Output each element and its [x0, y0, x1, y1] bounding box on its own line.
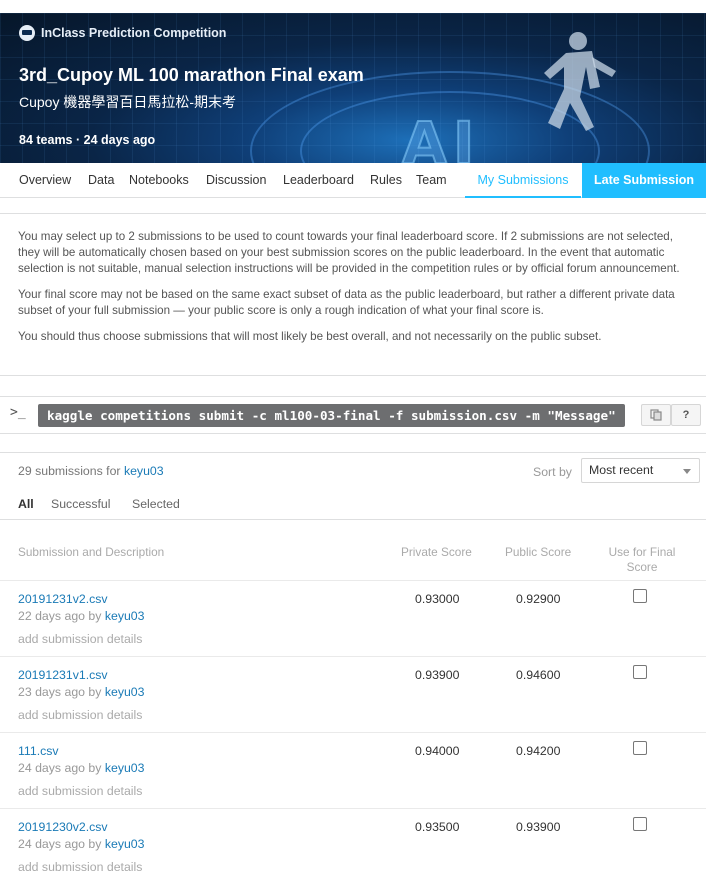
info-paragraph: Your final score may not be based on the…: [18, 288, 675, 317]
final-score-checkbox[interactable]: [633, 817, 647, 831]
submission-row: 20191231v2.csv 22 days ago by keyu03 add…: [0, 580, 706, 656]
tab-team[interactable]: Team: [416, 163, 447, 198]
submitter-link[interactable]: keyu03: [105, 685, 145, 699]
competition-banner: AI InClass Prediction Competition 3rd_Cu…: [0, 13, 706, 163]
teams-count: 84 teams: [19, 133, 73, 147]
tab-my-submissions[interactable]: My Submissions: [465, 163, 581, 198]
runner-silhouette-image: [544, 32, 616, 131]
meta-separator: ·: [72, 133, 84, 147]
public-score: 0.92900: [516, 592, 561, 606]
submission-file-link[interactable]: 20191231v1.csv: [18, 668, 108, 682]
submission-row: 20191230v2.csv 24 days ago by keyu03 add…: [0, 808, 706, 878]
submissions-count: 29 submissions for keyu03: [18, 464, 164, 478]
submissions-panel: 29 submissions for keyu03 Sort by Most r…: [0, 452, 706, 878]
submission-meta: 24 days ago by keyu03: [18, 761, 144, 775]
copy-button[interactable]: [641, 404, 671, 426]
submitter-link[interactable]: keyu03: [105, 609, 145, 623]
submission-age: 24 days ago by: [18, 761, 105, 775]
api-command-text[interactable]: kaggle competitions submit -c ml100-03-f…: [38, 404, 625, 427]
banner-ai-text: AI: [401, 108, 481, 163]
competition-type-label: InClass Prediction Competition: [41, 26, 227, 40]
add-details-link[interactable]: add submission details: [18, 632, 142, 646]
tab-leaderboard[interactable]: Leaderboard: [283, 163, 354, 198]
private-score: 0.93000: [415, 592, 460, 606]
submission-file-link[interactable]: 20191230v2.csv: [18, 820, 108, 834]
info-paragraph: You should thus choose submissions that …: [18, 330, 602, 343]
graduation-cap-icon: [19, 25, 35, 41]
add-details-link[interactable]: add submission details: [18, 708, 142, 722]
add-details-link[interactable]: add submission details: [18, 860, 142, 874]
final-score-checkbox[interactable]: [633, 665, 647, 679]
filter-all[interactable]: All: [18, 497, 34, 511]
submission-row: 20191231v1.csv 23 days ago by keyu03 add…: [0, 656, 706, 732]
late-submission-button[interactable]: Late Submission: [582, 163, 706, 198]
tab-rules[interactable]: Rules: [370, 163, 402, 198]
tab-notebooks[interactable]: Notebooks: [129, 163, 189, 198]
column-header-public-score: Public Score: [505, 545, 572, 559]
copy-icon: [650, 409, 662, 421]
submission-file-link[interactable]: 20191231v2.csv: [18, 592, 108, 606]
submission-meta: 23 days ago by keyu03: [18, 685, 144, 699]
submission-age: 24 days ago by: [18, 837, 105, 851]
sort-label: Sort by: [533, 465, 572, 479]
column-header-final-score: Use for Final Score: [608, 545, 676, 574]
tab-data[interactable]: Data: [88, 163, 114, 198]
info-paragraph: You may select up to 2 submissions to be…: [18, 230, 680, 275]
user-link[interactable]: keyu03: [124, 464, 164, 478]
add-details-link[interactable]: add submission details: [18, 784, 142, 798]
competition-title: 3rd_Cupoy ML 100 marathon Final exam: [19, 65, 364, 85]
private-score: 0.93900: [415, 668, 460, 682]
submission-meta: 22 days ago by keyu03: [18, 609, 144, 623]
submissions-header: 29 submissions for keyu03 Sort by Most r…: [0, 453, 706, 489]
submitter-link[interactable]: keyu03: [105, 761, 145, 775]
public-score: 0.93900: [516, 820, 561, 834]
tab-overview[interactable]: Overview: [19, 163, 71, 198]
api-command-bar: >_ kaggle competitions submit -c ml100-0…: [0, 396, 706, 434]
column-header-private-score: Private Score: [401, 545, 472, 559]
public-score: 0.94200: [516, 744, 561, 758]
filter-successful[interactable]: Successful: [51, 497, 110, 511]
submission-selection-info: You may select up to 2 submissions to be…: [0, 213, 706, 376]
competition-type: InClass Prediction Competition: [19, 25, 226, 41]
final-score-checkbox[interactable]: [633, 741, 647, 755]
terminal-prompt-icon: >_: [10, 405, 26, 420]
submission-file-link[interactable]: 111.csv: [18, 744, 59, 758]
submission-meta: 24 days ago by keyu03: [18, 837, 144, 851]
submission-filters: All Successful Selected: [0, 489, 706, 520]
competition-meta: 84 teams · 24 days ago: [19, 133, 155, 147]
help-button[interactable]: ?: [671, 404, 701, 426]
sort-dropdown[interactable]: Most recent: [581, 458, 700, 483]
final-score-checkbox[interactable]: [633, 589, 647, 603]
submission-age: 22 days ago by: [18, 609, 105, 623]
competition-tabs: Overview Data Notebooks Discussion Leade…: [0, 163, 706, 198]
private-score: 0.93500: [415, 820, 460, 834]
submission-age: 23 days ago by: [18, 685, 105, 699]
tab-discussion[interactable]: Discussion: [206, 163, 266, 198]
public-score: 0.94600: [516, 668, 561, 682]
submitter-link[interactable]: keyu03: [105, 837, 145, 851]
submission-row: 111.csv 24 days ago by keyu03 add submis…: [0, 732, 706, 808]
competition-subtitle: Cupoy 機器學習百日馬拉松-期末考: [19, 94, 237, 110]
private-score: 0.94000: [415, 744, 460, 758]
filter-selected[interactable]: Selected: [132, 497, 180, 511]
sort-value: Most recent: [589, 463, 654, 477]
submissions-count-text: 29 submissions for: [18, 464, 124, 478]
column-header-description: Submission and Description: [18, 545, 165, 559]
competition-age: 24 days ago: [83, 133, 156, 147]
chevron-down-icon: [683, 469, 691, 474]
